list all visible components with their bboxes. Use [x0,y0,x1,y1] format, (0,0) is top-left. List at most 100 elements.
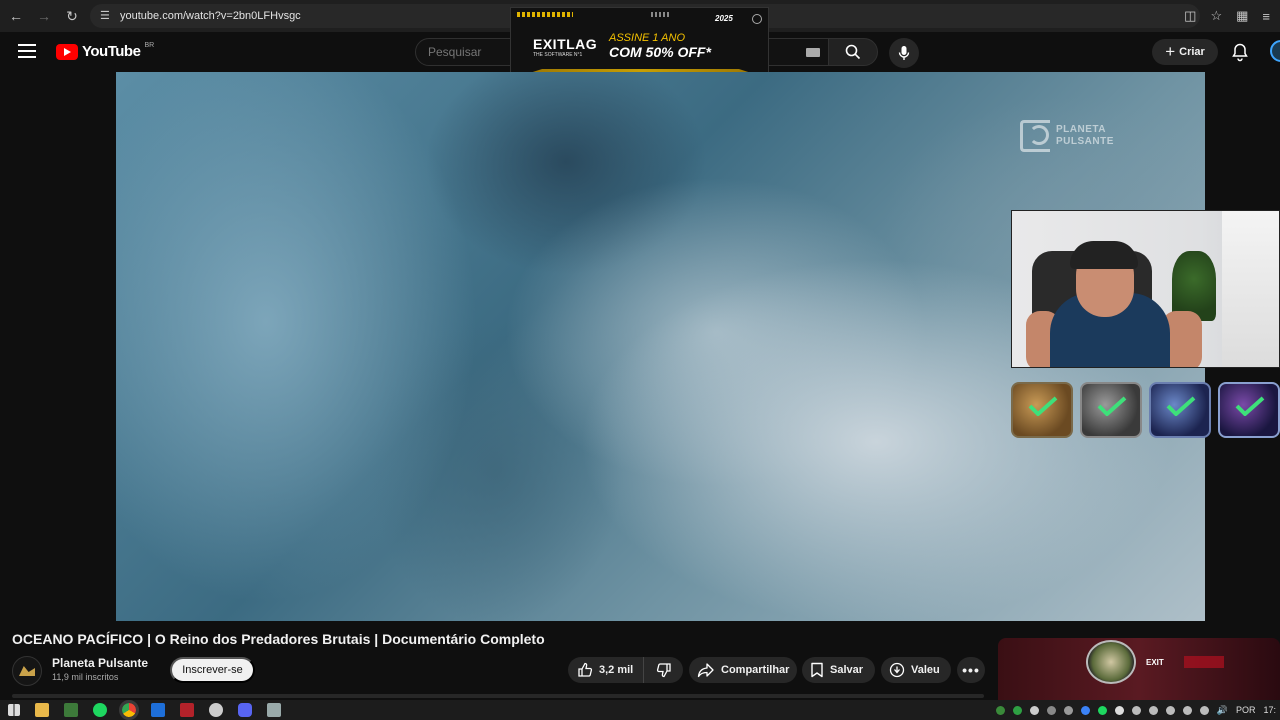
thumbs-down-icon [656,663,671,678]
like-count: 3,2 mil [599,664,634,676]
channel-watermark: PLANETA PULSANTE [1020,120,1114,152]
tray-app-icon[interactable] [1182,705,1192,715]
tray-app-icon[interactable] [1199,705,1209,715]
search-button[interactable] [828,38,878,66]
tray-app-icon[interactable] [1080,705,1090,715]
extensions-icon[interactable]: ▦ [1236,8,1248,24]
country-code: BR [144,42,155,49]
watermark-line2: PULSANTE [1056,136,1114,147]
achievement-badges [1011,382,1280,438]
app-gray-icon[interactable] [267,703,281,717]
subscriber-count: 11,9 mil inscritos [52,672,119,682]
dislike-button[interactable] [644,662,683,678]
thumbnail-stripe [1184,656,1224,668]
tray-app-icon[interactable] [1165,705,1175,715]
youtube-logo[interactable]: YouTube BR [56,42,155,60]
share-arrow-icon [697,663,714,678]
checkmark-icon [1097,396,1127,416]
search-input[interactable] [416,39,506,65]
tray-app-icon[interactable] [1114,705,1124,715]
ad-brand: EXITLAG [533,36,598,52]
ad-year: 2025 [715,14,733,23]
exitlag-ad-banner[interactable]: 2025 EXITLAG THE SOFTWARE N°1 ASSINE 1 A… [510,7,769,80]
description-box-edge [12,694,984,698]
file-explorer-icon[interactable] [35,703,49,717]
menu-icon[interactable] [18,44,36,58]
xbox-app-icon[interactable] [64,703,78,717]
site-settings-icon[interactable]: ☰ [100,9,114,23]
account-avatar[interactable] [1270,40,1280,62]
reload-icon[interactable]: ↻ [58,2,86,30]
share-button[interactable]: Compartilhar [689,657,797,683]
ad-decor-stripe-small [651,12,671,17]
badge-1 [1011,382,1073,438]
webcam-overlay [1011,210,1280,368]
badge-2 [1080,382,1142,438]
tray-app-icon[interactable] [995,705,1005,715]
notifications-bell-icon[interactable] [1230,42,1250,62]
video-title: OCEANO PACÍFICO | O Reino dos Predadores… [12,631,545,647]
super-thanks-icon [889,662,905,678]
voice-search-button[interactable] [889,38,919,68]
system-tray: 🔊 POR 17: [995,700,1280,720]
bookmark-icon [811,662,823,678]
tray-app-icon[interactable] [1012,705,1022,715]
windows-taskbar: 🔊 POR 17: [0,700,1280,720]
steam-icon[interactable] [209,703,223,717]
language-indicator[interactable]: POR [1236,705,1256,715]
more-actions-button[interactable]: ••• [957,657,985,683]
save-button[interactable]: Salvar [802,657,875,683]
thanks-label: Valeu [911,664,940,676]
crosshair-icon [752,14,762,24]
discord-icon[interactable] [238,703,252,717]
tray-volume-icon[interactable]: 🔊 [1217,705,1228,716]
reading-list-icon[interactable]: ≡ [1262,9,1270,24]
thumbnail-text: EXIT [1146,658,1164,667]
subscribe-button[interactable]: Inscrever-se [170,657,255,683]
like-dislike-group: 3,2 mil [568,657,683,683]
more-dots-icon: ••• [962,662,980,678]
logo-text: YouTube [82,43,141,60]
forward-icon[interactable]: → [30,2,58,30]
badge-3 [1149,382,1211,438]
keyboard-icon[interactable] [806,48,820,57]
tray-app-icon[interactable] [1063,705,1073,715]
bookmark-star-icon[interactable]: ☆ [1210,8,1222,24]
spotify-icon[interactable] [93,703,107,717]
url-text: youtube.com/watch?v=2bn0LFHvsgc [120,10,301,22]
chrome-icon[interactable] [119,700,139,720]
clock[interactable]: 17: [1263,705,1276,715]
cast-icon[interactable]: ◫ [1184,8,1196,24]
app-blue-icon[interactable] [151,703,165,717]
ad-offer-line1: ASSINE 1 ANO [609,32,686,44]
channel-name[interactable]: Planeta Pulsante [52,656,148,670]
checkmark-icon [1235,396,1265,416]
plus-icon: + [1165,42,1176,61]
microphone-icon [898,46,910,60]
ad-offer-line2: COM 50% OFF* [609,44,711,60]
tray-app-icon[interactable] [1148,705,1158,715]
thumbs-up-icon [578,662,593,677]
create-button[interactable]: + Criar [1152,39,1218,65]
webcam-poster [1222,211,1279,367]
thanks-button[interactable]: Valeu [881,657,951,683]
tray-app-icon[interactable] [1046,705,1056,715]
checkmark-icon [1028,396,1058,416]
tray-spotify-icon[interactable] [1097,705,1107,715]
youtube-play-icon [56,43,78,60]
windows-start-icon[interactable] [8,704,20,716]
webcam-headset [1070,241,1138,269]
tray-app-icon[interactable] [1029,705,1039,715]
channel-avatar[interactable] [12,656,42,686]
tray-app-icon[interactable] [1131,705,1141,715]
badge-4 [1218,382,1280,438]
search-icon [845,44,861,60]
app-red-icon[interactable] [180,703,194,717]
back-icon[interactable]: ← [2,2,30,30]
share-label: Compartilhar [721,664,790,676]
recommended-video-thumbnail[interactable]: EXIT [998,638,1280,700]
create-label: Criar [1179,46,1205,58]
thumbnail-avatar [1086,640,1136,684]
like-button[interactable]: 3,2 mil [568,657,644,683]
ad-decor-stripe [517,12,573,17]
